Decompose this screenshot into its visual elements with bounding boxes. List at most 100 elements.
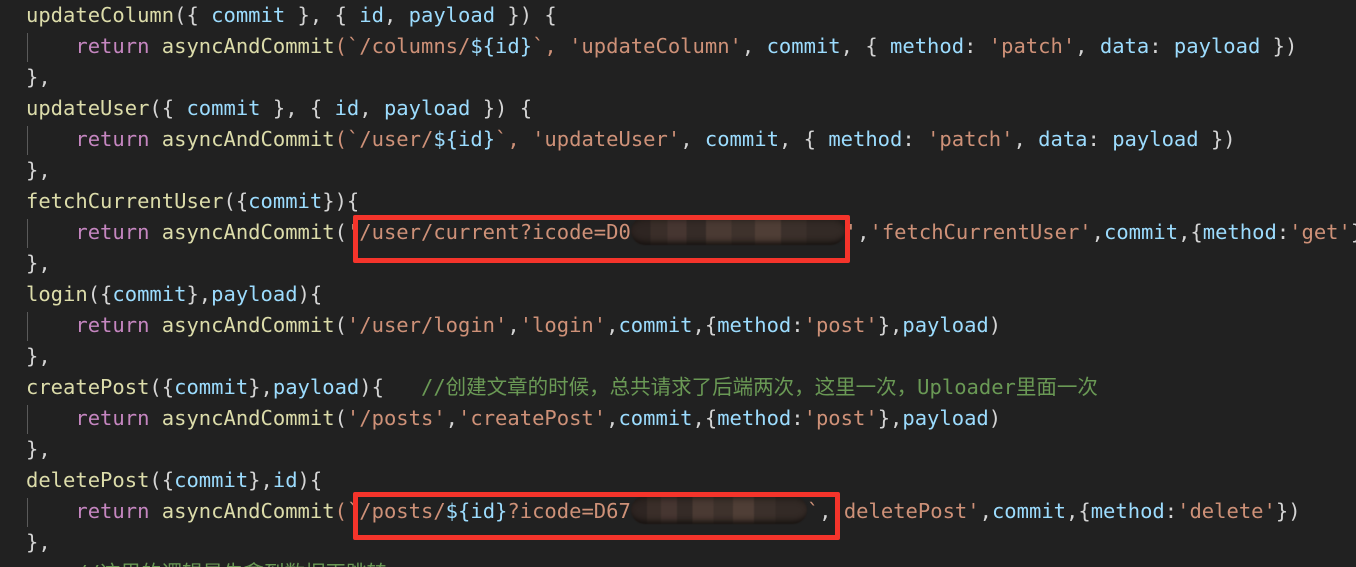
token-punct: , { [840,34,891,58]
token-param-commit: commit [991,499,1067,523]
token-key-method: method [1202,220,1277,244]
code-line[interactable]: fetchCurrentUser({commit}){ [0,186,1356,217]
code-line[interactable]: return asyncAndCommit('/user/current?ico… [0,217,1356,248]
token-punct: ({ [149,375,175,399]
token-punct: ,{ [1178,220,1203,244]
code-line[interactable]: login({commit},payload){ [0,279,1356,310]
token-punct: , { [778,127,829,151]
token-closing-brace: }, [26,530,51,554]
token-value-method: 'post' [803,313,878,337]
token-function-name: updateUser [26,96,150,120]
code-line[interactable]: }, [0,248,1356,279]
token-punct: }, [877,406,903,430]
token-template-expr: ${id} [470,34,533,58]
token-punct: }, { [285,3,360,27]
token-url-prefix: '/user/current?icode=D0 [346,220,631,244]
token-param-id: id [334,96,360,120]
code-line[interactable]: updateColumn({ commit }, { id, payload }… [0,0,1356,31]
inline-comment: //创建文章的时候，总共请求了后端两次，这里一次，Uploader里面一次 [420,375,1098,399]
token-punct: , [507,313,520,337]
token-param-payload: payload [408,3,496,27]
token-param-commit: commit [1104,220,1179,244]
token-punct: , [445,406,459,430]
token-punct: ) [988,313,1002,337]
token-param-commit: commit [618,406,693,430]
code-line[interactable]: deletePost({commit},id){ [0,465,1356,496]
token-url-prefix: /posts/ [359,499,446,523]
token-punct: ( [334,220,347,244]
token-punct: ,{ [692,406,718,430]
token-keyword-return: return [75,34,150,58]
code-line[interactable]: updateUser({ commit }, { id, payload }) … [0,93,1356,124]
code-content[interactable]: updateColumn({ commit }, { id, payload }… [0,0,1356,567]
code-line[interactable]: }, [0,341,1356,372]
token-punct: , [1075,34,1100,58]
token-param-commit: commit [112,282,187,306]
token-closing-brace: }, [26,65,51,89]
code-line[interactable]: }, [0,62,1356,93]
token-template-open: (`/columns/ [334,34,471,58]
token-param-commit: commit [766,34,841,58]
token-closing-brace: }, [26,158,51,182]
token-punct: (` [334,499,360,523]
token-punct: : [1087,127,1113,151]
token-param-id: id [359,3,384,27]
code-line[interactable]: }, [0,527,1356,558]
token-template-close: `, [495,127,533,151]
token-url-query: ?icode=D67 [507,499,631,523]
token-param-commit: commit [186,96,261,120]
token-param-payload: payload [383,96,471,120]
token-punct: : [964,34,989,58]
token-param-payload: payload [902,313,989,337]
code-line[interactable]: }, [0,434,1356,465]
code-line[interactable]: return asyncAndCommit(`/user/${id}`, 'up… [0,124,1356,155]
token-punct: , [606,406,619,430]
token-key-method: method [828,127,903,151]
token-value-data: payload [1173,34,1261,58]
token-call-asyncandcommit: asyncAndCommit [161,313,335,337]
token-function-name: deletePost [26,468,150,492]
code-editor[interactable]: updateColumn({ commit }, { id, payload }… [0,0,1356,567]
token-punct: , [741,34,767,58]
token-punct: ,{ [692,313,718,337]
token-param-commit: commit [618,313,693,337]
code-line[interactable]: }, [0,155,1356,186]
token-call-asyncandcommit: asyncAndCommit [161,406,335,430]
token-punct: ({ [87,282,113,306]
token-template-open: (`/user/ [334,127,434,151]
code-line[interactable]: return asyncAndCommit(`/columns/${id}`, … [0,31,1356,62]
token-function-name: createPost [26,375,150,399]
token-punct: ) [988,406,1002,430]
token-function-name: fetchCurrentUser [26,189,224,213]
token-punct: ){ [359,375,384,399]
token-keyword-return: return [75,127,150,151]
token-call-asyncandcommit: asyncAndCommit [161,499,335,523]
token-value-method: 'patch' [927,127,1014,151]
code-line[interactable]: createPost({commit},payload){ //创建文章的时候，… [0,372,1356,403]
code-line[interactable]: return asyncAndCommit('/posts','createPo… [0,403,1356,434]
token-punct: , [819,499,832,523]
token-param-commit: commit [174,375,249,399]
token-punct: ({ [174,3,212,27]
token-template-expr: ${id} [433,127,496,151]
token-param-id: id [272,468,298,492]
code-line-partial[interactable]: //这里的逻辑是先拿到数据再跳转 [0,558,1356,567]
token-param-commit: commit [248,189,323,213]
token-function-name: login [26,282,88,306]
token-punct: }, [248,375,273,399]
token-key-data: data [1038,127,1088,151]
code-line[interactable]: return asyncAndCommit('/user/login','log… [0,310,1356,341]
token-punct: ({ [223,189,249,213]
token-value-method: 'delete' [1177,499,1276,523]
redacted-icode-value [630,496,807,524]
token-punct: }) { [470,96,533,120]
token-key-method: method [890,34,965,58]
token-param-payload: payload [902,406,989,430]
token-call-asyncandcommit: asyncAndCommit [161,127,335,151]
code-line[interactable]: return asyncAndCommit(`/posts/${id}?icod… [0,496,1356,527]
token-punct: }) [1260,34,1298,58]
